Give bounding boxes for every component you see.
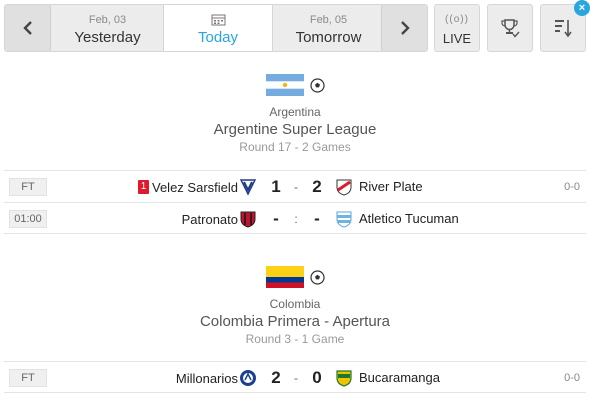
atletico-tucuman-crest-icon (336, 211, 352, 228)
away-team-name: Bucaramanga (359, 370, 440, 385)
home-team-name: Velez Sarsfield (152, 179, 238, 195)
tab-today[interactable]: Today (163, 5, 273, 51)
tomorrow-date: Feb, 05 (309, 14, 348, 26)
away-team-name: River Plate (359, 179, 423, 194)
live-label: LIVE (442, 31, 472, 46)
tomorrow-label: Tomorrow (295, 29, 362, 46)
match-status: FT (9, 369, 47, 387)
league-name[interactable]: Argentine Super League (0, 120, 590, 139)
home-team-name: Millonarios (175, 370, 238, 386)
league-header: Argentina Argentine Super League Round 1… (0, 73, 590, 154)
patronato-crest-icon (240, 211, 256, 228)
half-time-score: 0-0 (564, 372, 580, 384)
date-selector: Feb, 03 Yesterday Today Feb, 05 Tomorrow (4, 4, 428, 52)
match-list: FT Millonarios 2 - 0 Bucaramanga 0-0 (4, 361, 586, 393)
round-info: Round 17 - 2 Games (239, 140, 351, 154)
league-section: Colombia Colombia Primera - Apertura Rou… (0, 265, 590, 393)
round-info: Round 3 - 1 Game (245, 332, 345, 346)
match-row[interactable]: 01:00 Patronato - : - Atletico Tucuman (4, 202, 586, 234)
river-plate-crest-icon (336, 179, 352, 196)
league-section: Argentina Argentine Super League Round 1… (0, 73, 590, 234)
country-name: Colombia (269, 297, 321, 311)
sort-button[interactable]: × (540, 0, 590, 52)
calendar-icon (211, 14, 225, 26)
next-day-button[interactable] (381, 5, 427, 51)
score-separator: - (294, 371, 298, 385)
tab-yesterday[interactable]: Feb, 03 Yesterday (52, 5, 163, 51)
home-score: 1 (271, 177, 281, 196)
today-label: Today (197, 29, 239, 46)
match-list: FT 1 Velez Sarsfield 1 - 2 River Plate 0… (4, 170, 586, 234)
live-icon: ((o)) (445, 14, 469, 25)
away-score: - (314, 209, 320, 228)
chevron-left-icon (22, 21, 32, 35)
home-team: 1 Velez Sarsfield (138, 171, 238, 203)
tab-tomorrow[interactable]: Feb, 05 Tomorrow (273, 5, 384, 51)
country-name: Argentina (269, 105, 321, 119)
red-card-badge: 1 (138, 180, 149, 194)
top-navigation: Feb, 03 Yesterday Today Feb, 05 Tomorrow… (4, 0, 590, 52)
away-score: 0 (312, 368, 322, 387)
away-score: 2 (312, 177, 322, 196)
argentina-flag-icon (265, 74, 304, 96)
yesterday-label: Yesterday (74, 29, 141, 46)
away-team-name: Atletico Tucuman (359, 211, 459, 226)
millonarios-crest-icon (240, 370, 256, 386)
home-team-name: Patronato (181, 211, 238, 227)
chevron-right-icon (400, 21, 410, 35)
home-team: Millonarios (176, 362, 238, 394)
score-separator: - (294, 180, 298, 194)
soccer-ball-icon (309, 269, 325, 285)
score-separator: : (294, 212, 298, 226)
competitions-button[interactable] (487, 4, 533, 52)
home-score: - (273, 209, 279, 228)
trophy-icon (501, 19, 520, 38)
match-row[interactable]: FT Millonarios 2 - 0 Bucaramanga 0-0 (4, 361, 586, 393)
yesterday-date: Feb, 03 (88, 14, 127, 26)
previous-day-button[interactable] (5, 5, 51, 51)
match-status: 01:00 (9, 210, 47, 228)
league-name[interactable]: Colombia Primera - Apertura (0, 312, 590, 331)
velez-crest-icon (239, 179, 257, 196)
sort-icon (555, 20, 572, 38)
match-row[interactable]: FT 1 Velez Sarsfield 1 - 2 River Plate 0… (4, 170, 586, 202)
soccer-ball-icon (309, 77, 325, 93)
league-header: Colombia Colombia Primera - Apertura Rou… (0, 265, 590, 346)
bucaramanga-crest-icon (336, 370, 352, 387)
home-score: 2 (271, 368, 281, 387)
clear-sort-badge[interactable]: × (574, 0, 590, 16)
match-status: FT (9, 178, 47, 196)
home-team: Patronato (182, 203, 238, 235)
half-time-score: 0-0 (564, 181, 580, 193)
colombia-flag-icon (265, 266, 304, 288)
live-button[interactable]: ((o)) LIVE (434, 4, 480, 52)
